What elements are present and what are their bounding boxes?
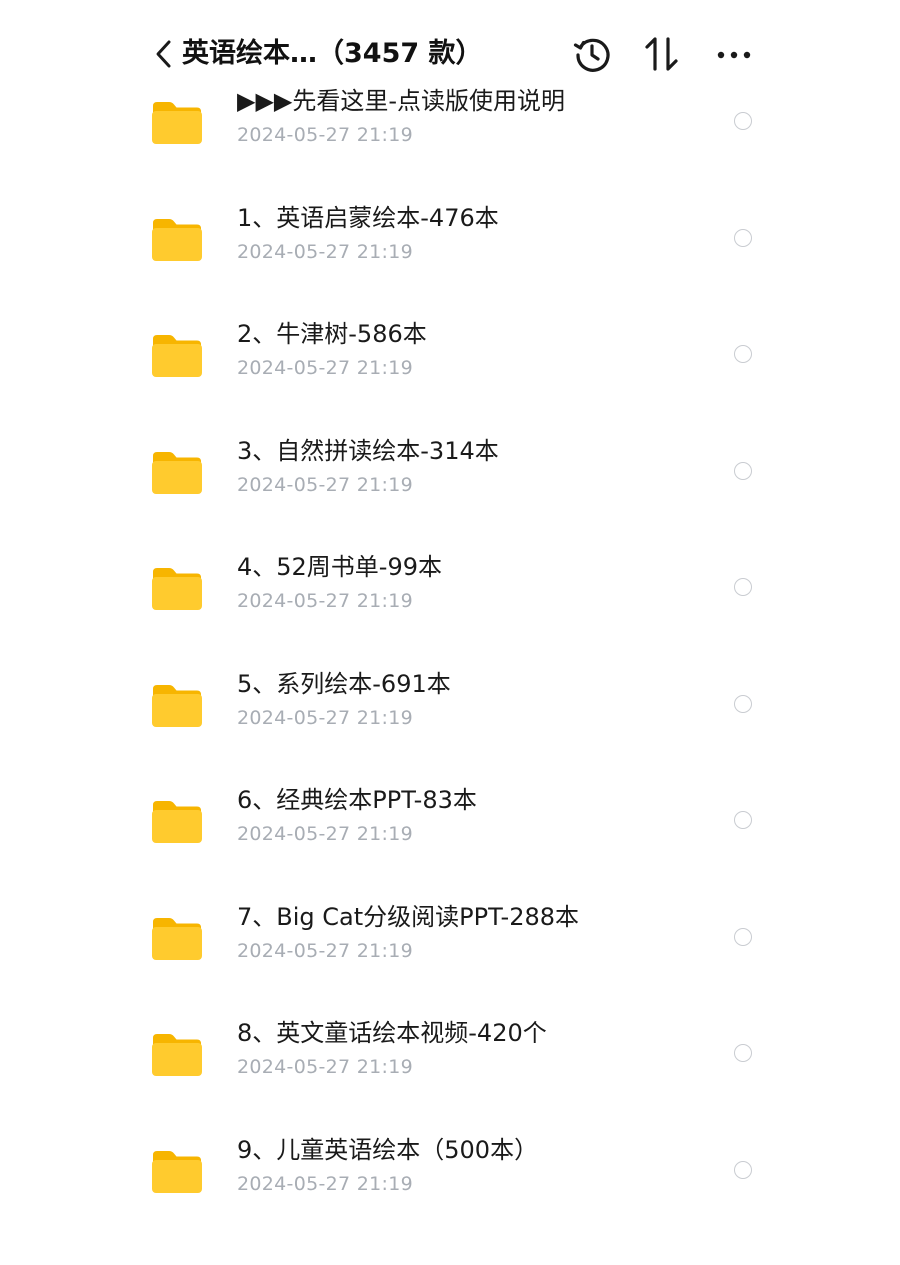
file-date: 2024-05-27 21:19 (237, 1056, 414, 1078)
folder-icon (150, 333, 204, 379)
file-date: 2024-05-27 21:19 (237, 1172, 414, 1195)
file-name: 9、儿童英语绘本（500本） (237, 1135, 539, 1164)
file-date: 2024-05-27 21:19 (237, 124, 414, 146)
select-checkbox[interactable] (734, 228, 752, 247)
file-name: 8、英文童话绘本视频-420个 (237, 1019, 547, 1047)
file-name: 5、系列绘本-691本 (237, 669, 451, 698)
select-checkbox[interactable] (734, 694, 752, 713)
select-checkbox[interactable] (734, 1160, 752, 1179)
folder-icon (150, 566, 204, 612)
file-name: ▶▶▶先看这里-点读版使用说明 (237, 87, 566, 115)
file-date: 2024-05-27 21:19 (237, 357, 414, 379)
file-row[interactable]: 8、英文童话绘本视频-420个 2024-05-27 21:19 (0, 1019, 900, 1148)
select-checkbox[interactable] (734, 1044, 752, 1062)
file-name: 6、经典绘本PPT-83本 (237, 786, 477, 814)
file-name: 3、自然拼读绘本-314本 (237, 436, 499, 465)
file-date: 2024-05-27 21:19 (237, 590, 414, 612)
folder-icon (150, 217, 204, 263)
file-row[interactable]: 3、自然拼读绘本-314本 2024-05-27 21:19 (0, 437, 900, 566)
file-date: 2024-05-27 21:19 (237, 473, 414, 496)
file-name: 7、Big Cat分级阅读PPT-288本 (237, 902, 580, 931)
file-date: 2024-05-27 21:19 (237, 823, 414, 845)
select-checkbox[interactable] (734, 345, 752, 363)
file-row[interactable]: ▶▶▶先看这里-点读版使用说明 2024-05-27 21:19 (0, 87, 900, 216)
folder-icon (150, 1032, 204, 1078)
select-checkbox[interactable] (734, 578, 752, 596)
file-row[interactable]: 7、Big Cat分级阅读PPT-288本 2024-05-27 21:19 (0, 903, 900, 1032)
file-name: 1、英语启蒙绘本-476本 (237, 203, 499, 232)
select-checkbox[interactable] (734, 461, 752, 480)
file-date: 2024-05-27 21:19 (237, 240, 414, 263)
folder-icon (150, 100, 204, 146)
file-list: ▶▶▶先看这里-点读版使用说明 2024-05-27 21:19 1、英语启蒙绘本-… (0, 0, 900, 1200)
folder-icon (150, 799, 204, 845)
file-row[interactable]: 4、52周书单-99本 2024-05-27 21:19 (0, 553, 900, 682)
folder-icon (150, 916, 204, 962)
file-date: 2024-05-27 21:19 (237, 939, 414, 962)
file-date: 2024-05-27 21:19 (237, 706, 414, 729)
folder-icon (150, 450, 204, 496)
file-row[interactable]: 9、儿童英语绘本（500本） 2024-05-27 21:19 (0, 1136, 900, 1265)
file-name: 2、牛津树-586本 (237, 320, 427, 348)
select-checkbox[interactable] (734, 811, 752, 829)
folder-icon (150, 683, 204, 729)
folder-icon (150, 1149, 204, 1195)
file-row[interactable]: 2、牛津树-586本 2024-05-27 21:19 (0, 320, 900, 449)
file-row[interactable]: 6、经典绘本PPT-83本 2024-05-27 21:19 (0, 786, 900, 915)
select-checkbox[interactable] (734, 927, 752, 946)
file-row[interactable]: 1、英语启蒙绘本-476本 2024-05-27 21:19 (0, 204, 900, 333)
select-checkbox[interactable] (734, 112, 752, 130)
file-row[interactable]: 5、系列绘本-691本 2024-05-27 21:19 (0, 670, 900, 799)
file-name: 4、52周书单-99本 (237, 553, 443, 581)
